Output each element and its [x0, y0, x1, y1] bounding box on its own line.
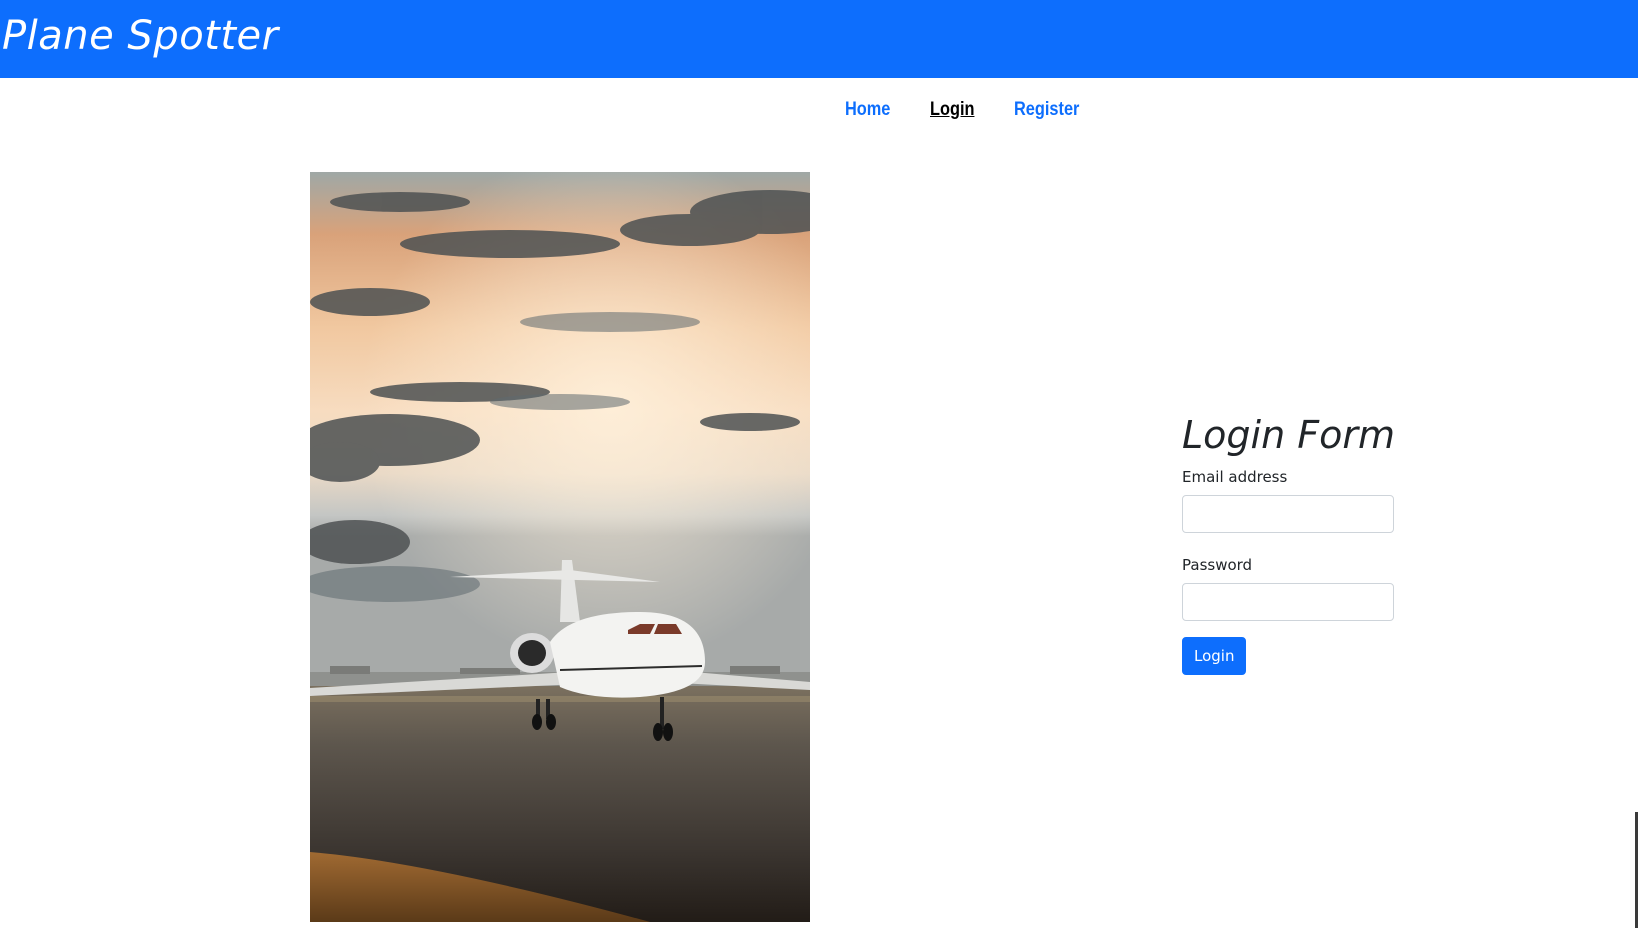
main-nav: Home Login Register: [845, 94, 1090, 126]
login-form: Login Form Email address Password Login: [1182, 408, 1396, 675]
top-header: Plane Spotter: [0, 0, 1638, 78]
email-field[interactable]: [1182, 495, 1394, 533]
nav-register-link[interactable]: Register: [1014, 94, 1079, 126]
nav-home-link[interactable]: Home: [845, 94, 890, 126]
email-label: Email address: [1182, 468, 1288, 486]
login-form-title: Login Form: [1182, 413, 1396, 457]
password-label: Password: [1182, 556, 1253, 574]
login-button[interactable]: Login: [1182, 637, 1247, 675]
password-field[interactable]: [1182, 583, 1394, 621]
site-brand[interactable]: Plane Spotter: [2, 10, 279, 62]
nav-login-link[interactable]: Login: [930, 94, 974, 126]
hero-photo: [310, 172, 810, 922]
